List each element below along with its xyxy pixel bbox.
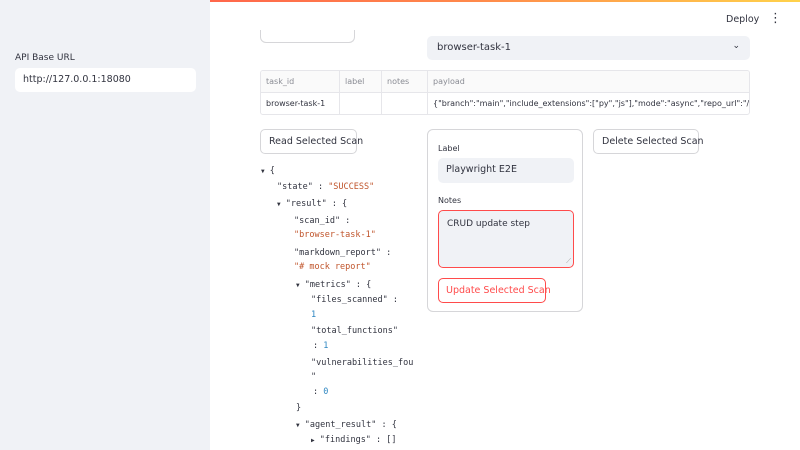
update-selected-scan-button[interactable]: Update Selected Scan xyxy=(438,278,551,303)
collapse-triangle-icon[interactable]: ▼ xyxy=(261,168,265,175)
edit-form-card: Label Playwright E2E Notes CRUD update s… xyxy=(427,129,583,312)
column-header[interactable]: payload xyxy=(428,71,749,93)
json-brace: { xyxy=(269,166,275,176)
table-cell[interactable] xyxy=(382,93,428,114)
scrolled-button[interactable] xyxy=(260,30,355,43)
table-cell[interactable] xyxy=(340,93,382,114)
label-input[interactable]: Playwright E2E xyxy=(438,158,574,183)
json-number-value: 1 xyxy=(311,310,317,320)
json-string-value: "SUCCESS" xyxy=(328,182,375,192)
json-string-value: "# mock report" xyxy=(294,262,371,272)
json-key: "markdown_report" xyxy=(294,248,381,258)
table-header: task_id label notes payload xyxy=(261,71,749,93)
column-header[interactable]: label xyxy=(340,71,382,93)
chevron-down-icon: ⌄ xyxy=(732,41,740,51)
column-header[interactable]: task_id xyxy=(261,71,340,93)
collapse-triangle-icon[interactable]: ▼ xyxy=(277,201,281,208)
collapse-triangle-icon[interactable]: ▼ xyxy=(296,422,300,429)
json-key: "scan_id" xyxy=(294,216,341,226)
json-key: "agent_result" xyxy=(304,420,377,430)
scans-table: task_id label notes payload browser-task… xyxy=(260,70,750,115)
notes-field-title: Notes xyxy=(438,196,462,205)
json-brace: } xyxy=(296,403,302,413)
api-base-url-label: API Base URL xyxy=(15,53,75,63)
json-key: "metrics" xyxy=(304,280,351,290)
expand-triangle-icon[interactable]: ▶ xyxy=(311,437,315,444)
column-header[interactable]: notes xyxy=(382,71,428,93)
table-cell[interactable]: {"branch":"main","include_extensions":["… xyxy=(428,93,749,114)
json-key: "state" xyxy=(277,182,313,192)
kebab-vertical-icon[interactable]: ⋮ xyxy=(769,12,782,25)
json-key-continuation: " xyxy=(311,372,317,382)
resize-grip-icon[interactable]: ⟋ xyxy=(566,257,571,266)
scan-select[interactable]: browser-task-1 ⌄ xyxy=(427,36,750,60)
table-cell[interactable]: browser-task-1 xyxy=(261,93,340,114)
json-string-value: "browser-task-1" xyxy=(294,230,376,240)
api-base-url-input[interactable]: http://127.0.0.1:18080 xyxy=(15,68,196,92)
notes-textarea[interactable]: CRUD update step ⟋ xyxy=(438,210,574,268)
json-key: "vulnerabilities_fou xyxy=(311,358,414,368)
json-viewer: ▼ { "state" : "SUCCESS" ▼ "result" : { "… xyxy=(261,166,414,445)
json-number-value: 1 xyxy=(323,341,329,351)
json-key: "total_functions" xyxy=(311,326,398,336)
json-key: "files_scanned" xyxy=(311,295,388,305)
collapse-triangle-icon[interactable]: ▼ xyxy=(296,282,300,289)
delete-selected-scan-button[interactable]: Delete Selected Scan xyxy=(593,129,704,154)
notes-text: CRUD update step xyxy=(447,219,530,229)
json-number-value: 0 xyxy=(323,387,329,397)
label-field-title: Label xyxy=(438,144,460,153)
json-array-value: [] xyxy=(386,435,397,445)
table-row[interactable]: browser-task-1 {"branch":"main","include… xyxy=(261,93,749,114)
json-key: "findings" xyxy=(319,435,371,445)
scan-select-value: browser-task-1 xyxy=(437,42,511,53)
read-selected-scan-button[interactable]: Read Selected Scan xyxy=(260,129,363,154)
deploy-button[interactable]: Deploy xyxy=(726,14,759,25)
sidebar: API Base URL http://127.0.0.1:18080 xyxy=(0,0,210,450)
json-key: "result" xyxy=(285,199,327,209)
